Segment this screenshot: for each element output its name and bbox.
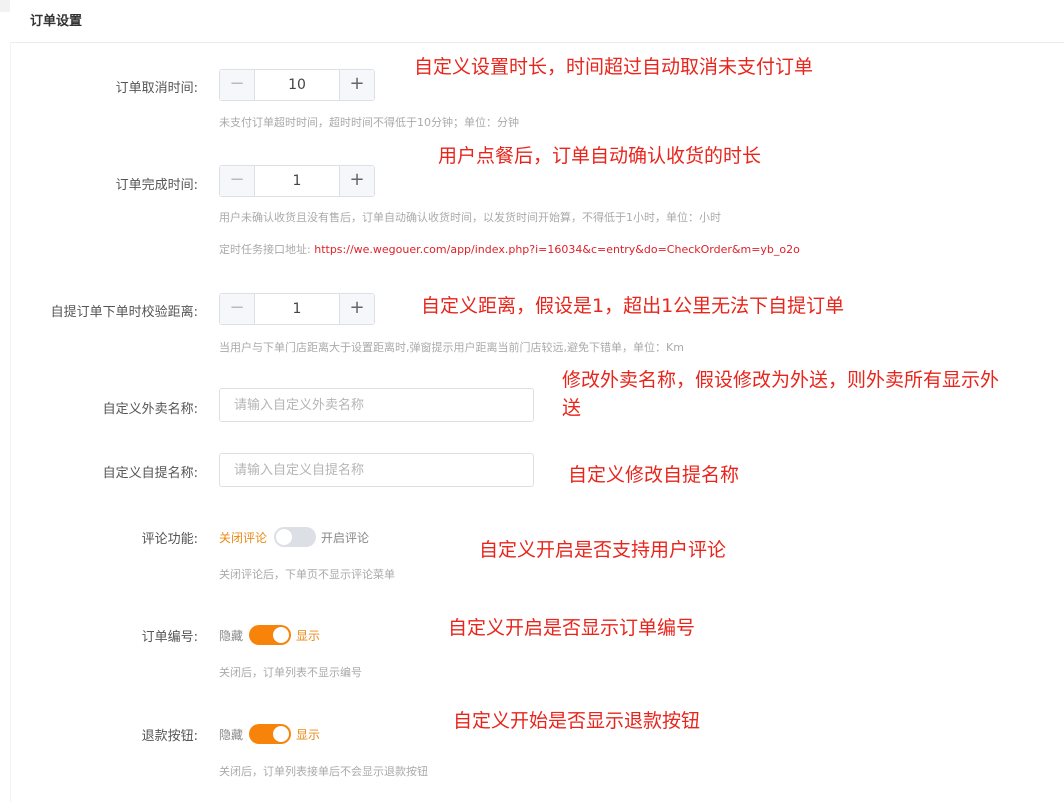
pickup-name-label: 自定义自提名称: (102, 466, 198, 481)
delivery-name-input[interactable] (219, 388, 534, 422)
comments-label: 评论功能: (141, 532, 198, 547)
pickup-distance-plus-button[interactable]: + (339, 294, 374, 324)
cancel-time-stepper: − 10 + (219, 69, 375, 101)
order-number-hint: 关闭后，订单列表不显示编号 (219, 666, 362, 679)
complete-time-minus-button[interactable]: − (220, 166, 255, 196)
delivery-name-label: 自定义外卖名称: (102, 402, 198, 417)
complete-time-value[interactable]: 1 (255, 166, 339, 196)
pickup-distance-value[interactable]: 1 (255, 294, 339, 324)
order-number-on-text: 显示 (296, 629, 321, 643)
cancel-time-label: 订单取消时间: (115, 81, 198, 96)
comments-hint: 关闭评论后，下单页不显示评论菜单 (219, 568, 395, 581)
delivery-name-annotation-line1: 修改外卖名称，假设修改为外送，则外卖所有显示外 (562, 369, 1000, 391)
order-number-annotation: 自定义开启是否显示订单编号 (448, 617, 696, 639)
complete-time-hint: 用户未确认收货且没有售后，订单自动确认收货时间，以发货时间开始算，不得低于1小时… (219, 211, 721, 224)
cancel-time-hint: 未支付订单超时时间，超时时间不得低于10分钟；单位：分钟 (219, 116, 519, 129)
cancel-time-minus-button[interactable]: − (220, 70, 255, 100)
complete-time-annotation: 用户点餐后，订单自动确认收货的时长 (438, 145, 762, 167)
refund-button-annotation: 自定义开始是否显示退款按钮 (453, 710, 701, 732)
complete-time-stepper: − 1 + (219, 165, 375, 197)
pickup-distance-minus-button[interactable]: − (220, 294, 255, 324)
comments-on-text: 开启评论 (321, 531, 370, 545)
refund-button-toggle[interactable] (249, 724, 291, 744)
pickup-name-annotation: 自定义修改自提名称 (568, 464, 740, 486)
complete-time-label: 订单完成时间: (115, 178, 198, 193)
complete-time-plus-button[interactable]: + (339, 166, 374, 196)
comments-toggle[interactable] (274, 527, 316, 547)
refund-button-on-text: 显示 (296, 728, 321, 742)
delivery-name-annotation-line2: 送 (562, 397, 582, 419)
cancel-time-value[interactable]: 10 (255, 70, 339, 100)
cron-url-label: 定时任务接口地址: (219, 243, 311, 256)
pickup-distance-stepper: − 1 + (219, 293, 375, 325)
comments-off-text: 关闭评论 (219, 531, 268, 545)
pickup-distance-annotation: 自定义距离，假设是1，超出1公里无法下自提订单 (421, 295, 845, 317)
order-number-label: 订单编号: (141, 630, 198, 645)
pickup-distance-hint: 当用户与下单门店距离大于设置距离时,弹窗提示用户距离当前门店较远,避免下错单，单… (219, 341, 684, 354)
order-number-off-text: 隐藏 (219, 629, 244, 643)
card-left-border (10, 42, 11, 802)
refund-button-off-text: 隐藏 (219, 728, 244, 742)
toggle-knob (276, 529, 292, 545)
cron-url-row: 定时任务接口地址: https://we.wegouer.com/app/ind… (219, 241, 800, 257)
cancel-time-annotation: 自定义设置时长，时间超过自动取消未支付订单 (414, 56, 814, 78)
order-number-toggle[interactable] (249, 625, 291, 645)
page-title: 订单设置 (30, 14, 83, 29)
refund-button-hint: 关闭后，订单列表接单后不会显示退款按钮 (219, 765, 428, 778)
toggle-knob (273, 726, 289, 742)
comments-annotation: 自定义开启是否支持用户评论 (479, 539, 727, 561)
cancel-time-plus-button[interactable]: + (339, 70, 374, 100)
refund-button-label: 退款按钮: (141, 729, 198, 744)
pickup-name-input[interactable] (219, 453, 534, 487)
pickup-distance-label: 自提订单下单时校验距离: (50, 305, 198, 320)
cron-url-link[interactable]: https://we.wegouer.com/app/index.php?i=1… (314, 243, 800, 256)
card-header: 订单设置 (10, 0, 1064, 43)
toggle-knob (273, 627, 289, 643)
